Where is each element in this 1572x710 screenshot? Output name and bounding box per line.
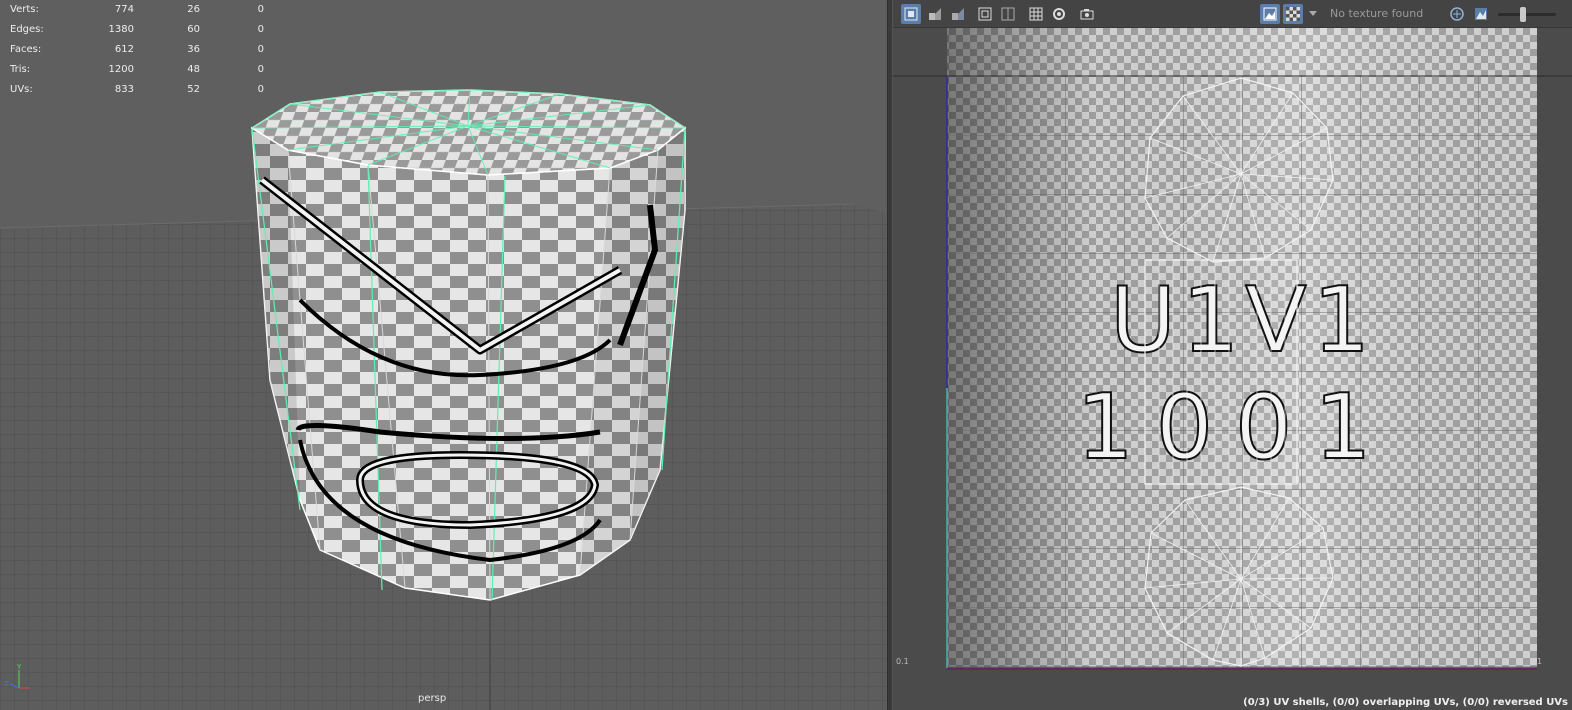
hud-row-uvs: UVs: 833 52 0	[10, 80, 264, 100]
hud-label: Edges:	[10, 24, 44, 35]
hud-label: UVs:	[10, 84, 33, 95]
axis-y-label: Y	[16, 663, 22, 671]
hud-selected: 26	[187, 4, 200, 15]
uv-shell-select-icon[interactable]	[901, 4, 921, 24]
grid-icon[interactable]	[1026, 4, 1046, 24]
texture-label: No texture found	[1330, 7, 1424, 20]
uv-status-bar: (0/3) UV shells, (0/0) overlapping UVs, …	[1243, 697, 1568, 708]
snapshot-icon[interactable]	[1049, 4, 1069, 24]
exposure-icon[interactable]	[1447, 4, 1467, 24]
uv-toolbar: No texture found	[893, 0, 1572, 28]
hud-components: 0	[257, 84, 264, 95]
hud-row-verts: Verts: 774 26 0	[10, 0, 264, 20]
hud-total: 774	[114, 4, 134, 15]
hud-selected: 48	[187, 64, 200, 75]
distortion-icon[interactable]	[948, 4, 968, 24]
hud-row-tris: Tris: 1200 48 0	[10, 60, 264, 80]
view-axis-gizmo-icon: Y Z	[4, 663, 30, 689]
viewport-scene[interactable]	[0, 0, 887, 710]
maya-window: Verts: 774 26 0 Edges: 1380 60 0 Faces: …	[0, 0, 1572, 710]
hud-selected: 60	[187, 24, 200, 35]
slider-knob[interactable]	[1520, 7, 1526, 22]
uv-max-label: 1	[1537, 657, 1543, 666]
perspective-viewport[interactable]: Verts: 774 26 0 Edges: 1380 60 0 Faces: …	[0, 0, 887, 710]
hud-components: 0	[257, 4, 264, 15]
image-display-icon[interactable]	[1260, 4, 1280, 24]
hud-label: Faces:	[10, 44, 42, 55]
hud-selected: 52	[187, 84, 200, 95]
hud-selected: 36	[187, 44, 200, 55]
hud-total: 833	[114, 84, 134, 95]
uv-border-icon[interactable]	[998, 4, 1018, 24]
hud-components: 0	[257, 44, 264, 55]
uv-texture-canvas[interactable]: U1V1 1001	[893, 28, 1572, 710]
axis-z-label: Z	[4, 680, 9, 688]
camera-label: persp	[418, 693, 447, 704]
camera-icon[interactable]	[1077, 4, 1097, 24]
uv-origin-label: 0.1	[896, 657, 909, 666]
dropdown-arrow-icon[interactable]	[1307, 4, 1319, 24]
hud-label: Tris:	[10, 64, 31, 75]
poly-count-hud: Verts: 774 26 0 Edges: 1380 60 0 Faces: …	[10, 0, 264, 100]
hud-components: 0	[257, 24, 264, 35]
hud-total: 1380	[108, 24, 134, 35]
cylinder-mesh[interactable]	[250, 89, 687, 601]
isolate-icon[interactable]	[975, 4, 995, 24]
exposure-slider[interactable]	[1498, 7, 1556, 22]
shaded-uv-icon[interactable]	[925, 4, 945, 24]
hud-label: Verts:	[10, 4, 39, 15]
checker-icon[interactable]	[1283, 4, 1303, 24]
hud-row-faces: Faces: 612 36 0	[10, 40, 264, 60]
tile-label-udim: 1001	[1076, 375, 1393, 480]
gamma-icon[interactable]	[1471, 4, 1491, 24]
uv-editor-panel: No texture found U1V1 1001 0.1 1 (0/3) U…	[893, 0, 1572, 710]
hud-components: 0	[257, 64, 264, 75]
hud-row-edges: Edges: 1380 60 0	[10, 20, 264, 40]
hud-total: 612	[114, 44, 134, 55]
hud-total: 1200	[108, 64, 134, 75]
